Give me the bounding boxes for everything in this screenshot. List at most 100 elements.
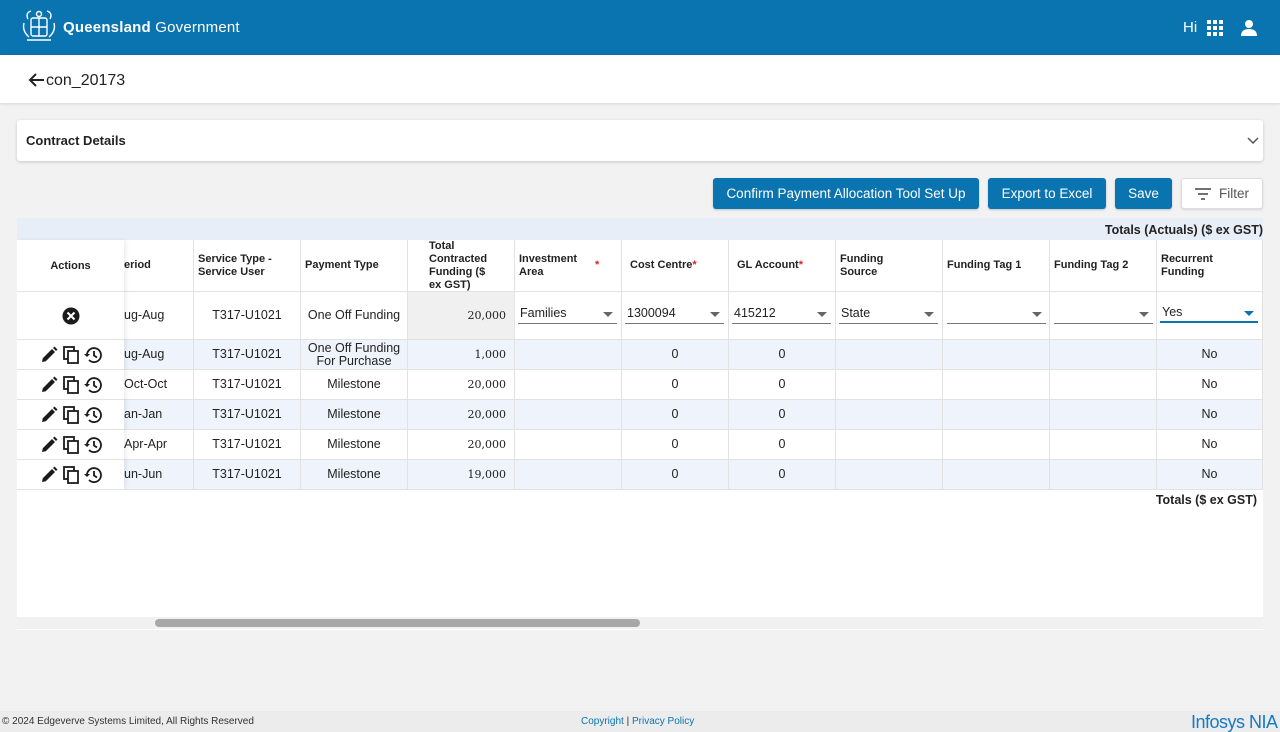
footer-copyright: © 2024 Edgeverve Systems Limited, All Ri… bbox=[2, 716, 254, 727]
copy-icon[interactable] bbox=[61, 405, 81, 425]
investment-area-select[interactable]: Families bbox=[518, 304, 617, 324]
col-header-recurrent-funding[interactable]: Recurrent Funding bbox=[1157, 240, 1263, 292]
payment-allocation-grid: Totals (Actuals) ($ ex GST) eriod Servic… bbox=[17, 218, 1263, 630]
col-header-funding-source[interactable]: Funding Source bbox=[836, 240, 943, 292]
save-button[interactable]: Save bbox=[1115, 178, 1172, 209]
user-profile-icon[interactable] bbox=[1240, 19, 1258, 37]
chevron-down-icon[interactable] bbox=[1247, 137, 1259, 145]
col-header-funding-tag1[interactable]: Funding Tag 1 bbox=[943, 240, 1050, 292]
row-1-total-funding: 1,000 bbox=[408, 340, 515, 370]
col-header-funding-tag2[interactable]: Funding Tag 2 bbox=[1050, 240, 1157, 292]
edit-gl-account-cell: 415212 bbox=[729, 292, 836, 340]
edit-pencil-icon[interactable] bbox=[39, 375, 59, 395]
row-3-funding-source bbox=[836, 400, 943, 430]
history-icon[interactable] bbox=[83, 405, 103, 425]
row-2-service-type: T317-U1021 bbox=[194, 370, 301, 400]
row-3-service-type: T317-U1021 bbox=[194, 400, 301, 430]
edit-pencil-icon[interactable] bbox=[39, 465, 59, 485]
history-icon[interactable] bbox=[83, 375, 103, 395]
confirm-payment-allocation-button[interactable]: Confirm Payment Allocation Tool Set Up bbox=[713, 178, 979, 209]
copy-icon[interactable] bbox=[61, 465, 81, 485]
row-4-payment-type: Milestone bbox=[301, 430, 408, 460]
top-bar: Queensland Government Hi bbox=[0, 0, 1280, 55]
brand-rest: Government bbox=[155, 19, 240, 36]
infosys-nia-logo: Infosys NIA bbox=[1191, 712, 1278, 732]
cost-centre-value: 1300094 bbox=[627, 306, 676, 320]
horizontal-scrollbar-thumb[interactable] bbox=[155, 619, 640, 627]
row-1-funding-source bbox=[836, 340, 943, 370]
funding-tag2-select[interactable] bbox=[1054, 304, 1153, 324]
row-2-period: Oct-Oct bbox=[124, 370, 194, 400]
col-header-payment-type[interactable]: Payment Type bbox=[301, 240, 408, 292]
col-header-period[interactable]: eriod bbox=[124, 240, 194, 292]
row-4-recurrent: No bbox=[1157, 430, 1263, 460]
row-actions bbox=[17, 400, 124, 430]
apps-grid-icon[interactable] bbox=[1207, 20, 1223, 36]
row-1-recurrent: No bbox=[1157, 340, 1263, 370]
row-actions bbox=[17, 430, 124, 460]
row-1-cost-centre: 0 bbox=[622, 340, 729, 370]
edit-cost-centre-cell: 1300094 bbox=[622, 292, 729, 340]
col-header-funding-tag1-label: Funding Tag 1 bbox=[947, 259, 1022, 271]
history-icon[interactable] bbox=[83, 435, 103, 455]
privacy-policy-link[interactable]: Privacy Policy bbox=[632, 716, 694, 727]
export-to-excel-button[interactable]: Export to Excel bbox=[988, 178, 1106, 209]
row-4-funding-tag2 bbox=[1050, 430, 1157, 460]
row-2-funding-tag2 bbox=[1050, 370, 1157, 400]
qld-crest-icon bbox=[22, 10, 56, 41]
history-icon[interactable] bbox=[83, 345, 103, 365]
col-header-service-type[interactable]: Service Type - Service User bbox=[194, 240, 301, 292]
row-4-total-funding: 20,000 bbox=[408, 430, 515, 460]
cost-centre-select[interactable]: 1300094 bbox=[625, 304, 724, 324]
row-4-cost-centre: 0 bbox=[622, 430, 729, 460]
edit-payment-type: One Off Funding bbox=[301, 292, 408, 340]
cancel-edit-icon[interactable] bbox=[61, 306, 81, 326]
funding-tag1-select[interactable] bbox=[947, 304, 1046, 324]
brand-title[interactable]: Queensland Government bbox=[63, 19, 240, 36]
copy-icon[interactable] bbox=[61, 435, 81, 455]
col-header-actions-label: Actions bbox=[50, 259, 91, 272]
col-header-payment-type-label: Payment Type bbox=[305, 259, 379, 271]
row-1-period: ug-Aug bbox=[124, 340, 194, 370]
contract-details-panel[interactable]: Contract Details bbox=[17, 120, 1263, 161]
row-5-service-type: T317-U1021 bbox=[194, 460, 301, 490]
col-header-total-funding[interactable]: Total Contracted Funding ($ ex GST) bbox=[408, 240, 515, 292]
row-1-payment-type: One Off Funding For Purchase bbox=[301, 340, 408, 370]
totals-label: Totals ($ ex GST) bbox=[1155, 493, 1257, 507]
col-header-investment-area-label: Investment Area bbox=[519, 252, 578, 278]
row-actions bbox=[17, 340, 124, 370]
edit-investment-area-cell: Families bbox=[515, 292, 622, 340]
col-header-cost-centre[interactable]: Cost Centre * bbox=[622, 240, 729, 292]
recurrent-funding-select[interactable]: Yes bbox=[1160, 303, 1258, 323]
edit-funding-tag1-cell bbox=[943, 292, 1050, 340]
edit-pencil-icon[interactable] bbox=[39, 405, 59, 425]
edit-pencil-icon[interactable] bbox=[39, 435, 59, 455]
back-arrow-icon[interactable] bbox=[27, 72, 45, 88]
totals-actuals-label: Totals (Actuals) ($ ex GST) bbox=[1104, 223, 1263, 237]
footer-separator: | bbox=[626, 716, 630, 727]
row-1-investment-area bbox=[515, 340, 622, 370]
filter-button[interactable]: Filter bbox=[1181, 178, 1263, 209]
edit-pencil-icon[interactable] bbox=[39, 345, 59, 365]
gl-account-select[interactable]: 415212 bbox=[732, 304, 831, 324]
col-header-gl-account[interactable]: GL Account * bbox=[729, 240, 836, 292]
row-4-funding-tag1 bbox=[943, 430, 1050, 460]
col-header-cost-centre-label: Cost Centre bbox=[630, 259, 693, 271]
copyright-link[interactable]: Copyright bbox=[581, 716, 624, 727]
required-mark: * bbox=[692, 259, 697, 271]
row-2-investment-area bbox=[515, 370, 622, 400]
page-title: con_20173 bbox=[46, 72, 126, 89]
copy-icon[interactable] bbox=[61, 375, 81, 395]
row-3-funding-tag2 bbox=[1050, 400, 1157, 430]
totals-actuals-bar: Totals (Actuals) ($ ex GST) bbox=[17, 218, 1263, 240]
edit-period: ug-Aug bbox=[124, 292, 194, 340]
page-header: con_20173 bbox=[0, 55, 1280, 103]
contract-details-title: Contract Details bbox=[26, 133, 126, 148]
row-4-investment-area bbox=[515, 430, 622, 460]
copy-icon[interactable] bbox=[61, 345, 81, 365]
history-icon[interactable] bbox=[83, 465, 103, 485]
funding-source-select[interactable]: State bbox=[839, 304, 938, 324]
dropdown-arrow-icon bbox=[817, 312, 827, 317]
col-header-investment-area[interactable]: Investment Area * bbox=[515, 240, 622, 292]
row-5-payment-type: Milestone bbox=[301, 460, 408, 490]
